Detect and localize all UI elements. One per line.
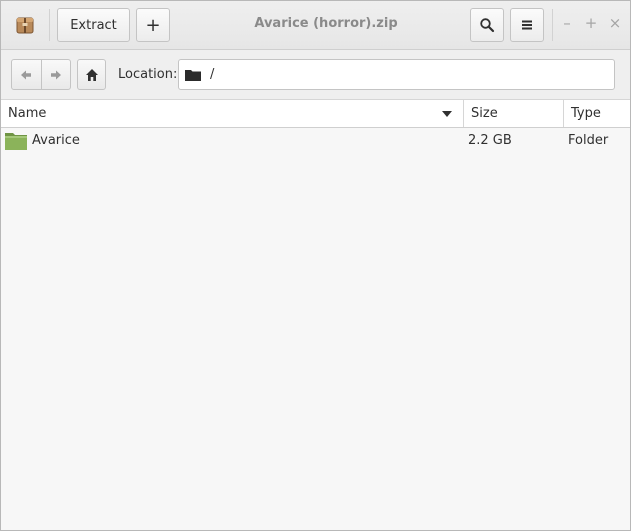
location-entry[interactable]: / [178, 59, 615, 90]
menu-button[interactable] [510, 8, 544, 42]
column-size[interactable]: Size [463, 100, 563, 127]
minimize-button[interactable]: – [560, 14, 574, 32]
header-bar: Extract + Avarice (horror).zip – + × [1, 1, 630, 50]
navigation-buttons [11, 59, 71, 90]
search-button[interactable] [470, 8, 504, 42]
sort-descending-icon [442, 111, 452, 117]
header-separator [49, 9, 50, 41]
add-files-label: + [145, 14, 161, 36]
forward-arrow-icon [50, 70, 61, 79]
column-size-label: Size [471, 106, 498, 121]
location-toolbar: Location: / [1, 50, 630, 100]
column-name[interactable]: Name [1, 100, 463, 127]
location-path: / [210, 67, 215, 82]
folder-icon [5, 133, 27, 150]
archive-manager-window: Extract + Avarice (horror).zip – + × Loc… [0, 0, 631, 531]
maximize-button[interactable]: + [584, 14, 598, 32]
archive-app-icon [16, 17, 34, 34]
home-icon [85, 68, 98, 81]
file-type: Folder [568, 133, 609, 148]
extract-button-label: Extract [70, 17, 117, 33]
column-header: Name Size Type [1, 100, 630, 128]
extract-button[interactable]: Extract [57, 8, 130, 42]
forward-button[interactable] [40, 60, 71, 89]
hamburger-menu-icon [522, 20, 532, 30]
close-button[interactable]: × [608, 14, 622, 32]
home-button[interactable] [77, 59, 106, 90]
column-type[interactable]: Type [563, 100, 630, 127]
list-item[interactable]: Avarice 2.2 GB Folder [1, 128, 630, 154]
window-title: Avarice (horror).zip [254, 16, 398, 31]
back-button[interactable] [12, 60, 41, 89]
column-name-label: Name [8, 106, 47, 121]
file-name: Avarice [32, 133, 80, 148]
back-arrow-icon [21, 70, 32, 79]
add-files-button[interactable]: + [136, 8, 170, 42]
file-list: Avarice 2.2 GB Folder [1, 128, 630, 530]
file-size: 2.2 GB [468, 133, 512, 148]
column-type-label: Type [571, 106, 601, 121]
header-separator [552, 9, 553, 41]
location-label: Location: [118, 67, 178, 82]
folder-icon [185, 69, 201, 81]
search-icon [480, 18, 495, 33]
